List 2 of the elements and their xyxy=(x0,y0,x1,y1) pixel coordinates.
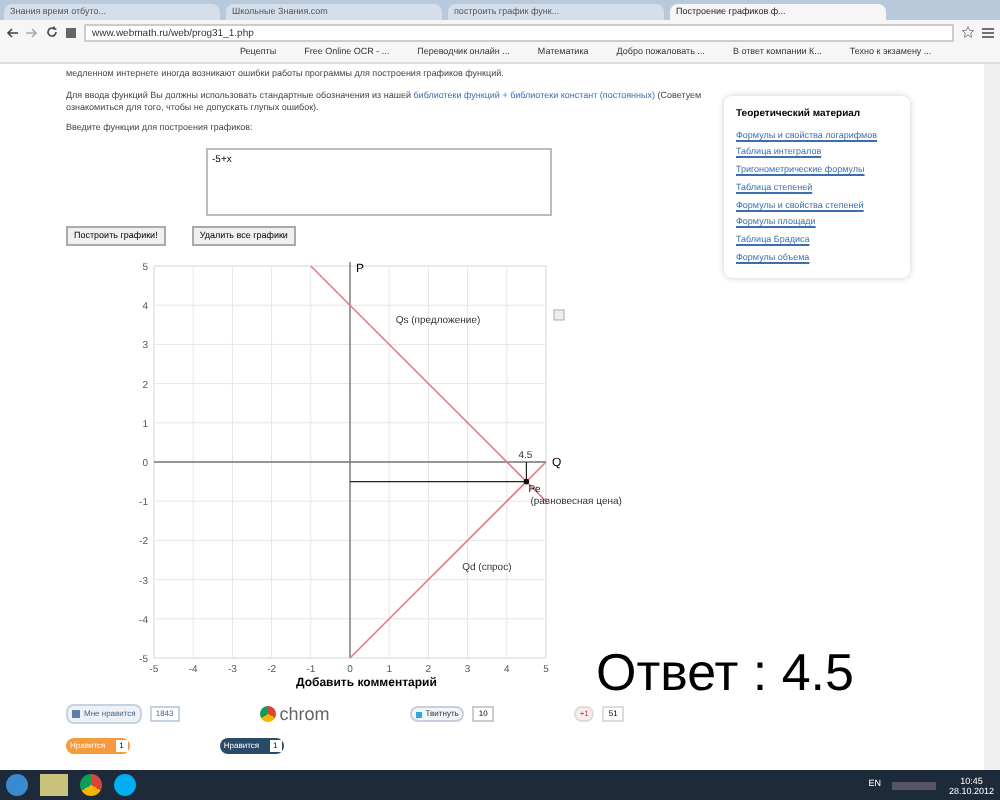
answer-text: Ответ : 4.5 xyxy=(596,642,854,702)
promo-text: chrom xyxy=(279,706,330,723)
